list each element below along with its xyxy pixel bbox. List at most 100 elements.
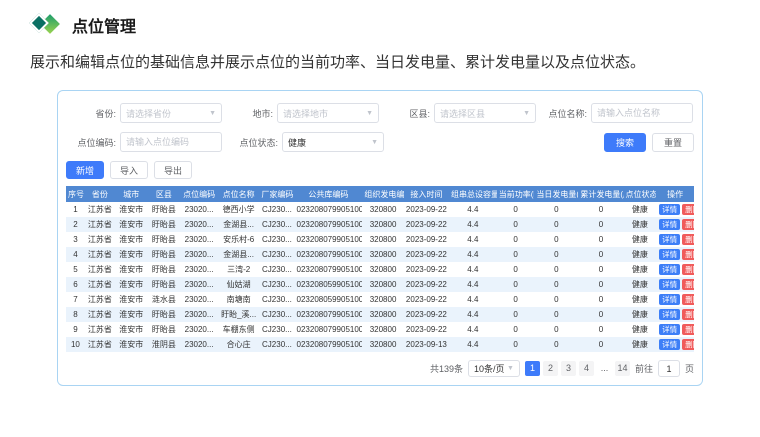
table-cell: 0 bbox=[578, 262, 623, 277]
table-cell: 淮安市 bbox=[115, 322, 148, 337]
page-button[interactable]: 1 bbox=[525, 361, 540, 376]
table-cell: 合心庄 bbox=[218, 337, 259, 352]
table-cell: 淮安市 bbox=[115, 307, 148, 322]
table-cell: 安乐村-6 bbox=[218, 232, 259, 247]
table-cell: 023208079905100220 bbox=[295, 232, 363, 247]
page-button[interactable]: 2 bbox=[543, 361, 558, 376]
table-cell: 3 bbox=[66, 232, 85, 247]
table-cell: 健康 bbox=[624, 277, 657, 292]
page-header: 点位管理 bbox=[0, 0, 760, 38]
page-size-select[interactable]: 10条/页 ▼ bbox=[468, 360, 520, 377]
column-header: 厂家编码 bbox=[259, 186, 294, 202]
table-cell: 淮安市 bbox=[115, 247, 148, 262]
delete-button[interactable]: 删除 bbox=[682, 309, 694, 320]
detail-button[interactable]: 详情 bbox=[659, 294, 680, 305]
table-cell: 4.4 bbox=[449, 337, 497, 352]
filter-district: 区县: 请选择区县 ▼ bbox=[380, 103, 537, 123]
table-cell: 健康 bbox=[624, 202, 657, 217]
page-button[interactable]: 14 bbox=[615, 361, 630, 376]
table-cell: 0 bbox=[534, 337, 578, 352]
delete-button[interactable]: 删除 bbox=[682, 249, 694, 260]
detail-button[interactable]: 详情 bbox=[659, 264, 680, 275]
delete-button[interactable]: 删除 bbox=[682, 294, 694, 305]
delete-button[interactable]: 删除 bbox=[682, 219, 694, 230]
reset-button[interactable]: 重置 bbox=[652, 133, 694, 152]
table-cell: 0 bbox=[497, 322, 535, 337]
table-cell: 23020... bbox=[180, 307, 218, 322]
goto-page-input[interactable] bbox=[658, 360, 680, 377]
city-select[interactable]: 请选择地市 ▼ bbox=[277, 103, 379, 123]
table-cell: 23020... bbox=[180, 202, 218, 217]
table-cell: 健康 bbox=[624, 217, 657, 232]
table-cell: 2023-09-22 bbox=[404, 247, 449, 262]
page-button[interactable]: 4 bbox=[579, 361, 594, 376]
table-cell: CJ230... bbox=[259, 307, 294, 322]
actions-cell: 详情删除 bbox=[656, 307, 694, 322]
detail-button[interactable]: 详情 bbox=[659, 339, 680, 350]
province-select[interactable]: 请选择省份 ▼ bbox=[120, 103, 222, 123]
delete-button[interactable]: 删除 bbox=[682, 204, 694, 215]
chevron-down-icon: ▼ bbox=[371, 139, 378, 146]
table-cell: 健康 bbox=[624, 232, 657, 247]
table-cell: 金湖县... bbox=[218, 247, 259, 262]
table-cell: 4.4 bbox=[449, 307, 497, 322]
detail-button[interactable]: 详情 bbox=[659, 219, 680, 230]
table-cell: 0 bbox=[497, 202, 535, 217]
table-cell: 盱眙县 bbox=[148, 322, 181, 337]
table-cell: 0 bbox=[578, 277, 623, 292]
table-cell: 健康 bbox=[624, 322, 657, 337]
delete-button[interactable]: 删除 bbox=[682, 324, 694, 335]
table-cell: 淮安市 bbox=[115, 202, 148, 217]
point-name-label: 点位名称: bbox=[537, 107, 587, 120]
column-header: 接入时间 bbox=[404, 186, 449, 202]
detail-button[interactable]: 详情 bbox=[659, 234, 680, 245]
detail-button[interactable]: 详情 bbox=[659, 204, 680, 215]
delete-button[interactable]: 删除 bbox=[682, 264, 694, 275]
column-header: 累计发电量(度) bbox=[578, 186, 623, 202]
table-cell: 10 bbox=[66, 337, 85, 352]
table-cell: 2023-09-13 bbox=[404, 337, 449, 352]
detail-button[interactable]: 详情 bbox=[659, 279, 680, 290]
table-cell: 0 bbox=[578, 337, 623, 352]
detail-button[interactable]: 详情 bbox=[659, 309, 680, 320]
column-header: 区县 bbox=[148, 186, 181, 202]
delete-button[interactable]: 删除 bbox=[682, 339, 694, 350]
search-button[interactable]: 搜索 bbox=[604, 133, 646, 152]
page-button[interactable]: 3 bbox=[561, 361, 576, 376]
table-cell: 金湖县... bbox=[218, 217, 259, 232]
column-header: 城市 bbox=[115, 186, 148, 202]
table-cell: 0 bbox=[497, 217, 535, 232]
pagination-bar: 共139条 10条/页 ▼ 1234...14 前往 页 bbox=[66, 360, 694, 377]
table-cell: 5 bbox=[66, 262, 85, 277]
delete-button[interactable]: 删除 bbox=[682, 279, 694, 290]
chevron-down-icon: ▼ bbox=[523, 110, 530, 117]
point-code-input[interactable] bbox=[120, 132, 222, 152]
delete-button[interactable]: 删除 bbox=[682, 234, 694, 245]
column-header: 组串总设容量(kW) bbox=[449, 186, 497, 202]
table-cell: 江苏省 bbox=[85, 337, 115, 352]
table-cell: 023208079905100225 bbox=[295, 322, 363, 337]
table-cell: 南塘南 bbox=[218, 292, 259, 307]
detail-button[interactable]: 详情 bbox=[659, 249, 680, 260]
table-row: 7江苏省淮安市涟水县23020...南塘南CJ230...02320805990… bbox=[66, 292, 694, 307]
table-cell: 盱眙县 bbox=[148, 232, 181, 247]
table-row: 4江苏省淮安市盱眙县23020...金湖县...CJ230...02320807… bbox=[66, 247, 694, 262]
district-select[interactable]: 请选择区县 ▼ bbox=[434, 103, 536, 123]
point-status-select[interactable]: 健康 ▼ bbox=[282, 132, 384, 152]
table-cell: 江苏省 bbox=[85, 262, 115, 277]
table-cell: 盱眙_溪... bbox=[218, 307, 259, 322]
point-name-input[interactable] bbox=[591, 103, 693, 123]
point-status-label: 点位状态: bbox=[228, 136, 278, 149]
table-cell: 盱眙县 bbox=[148, 247, 181, 262]
table-row: 6江苏省淮安市盱眙县23020...仙姑湖CJ230...02320805990… bbox=[66, 277, 694, 292]
table-cell: 9 bbox=[66, 322, 85, 337]
table-cell: 涟水县 bbox=[148, 292, 181, 307]
detail-button[interactable]: 详情 bbox=[659, 324, 680, 335]
add-button[interactable]: 新增 bbox=[66, 161, 104, 179]
table-cell: 健康 bbox=[624, 262, 657, 277]
table-cell: CJ230... bbox=[259, 262, 294, 277]
filter-city: 地市: 请选择地市 ▼ bbox=[223, 103, 380, 123]
import-button[interactable]: 导入 bbox=[110, 161, 148, 179]
city-label: 地市: bbox=[223, 107, 273, 120]
export-button[interactable]: 导出 bbox=[154, 161, 192, 179]
